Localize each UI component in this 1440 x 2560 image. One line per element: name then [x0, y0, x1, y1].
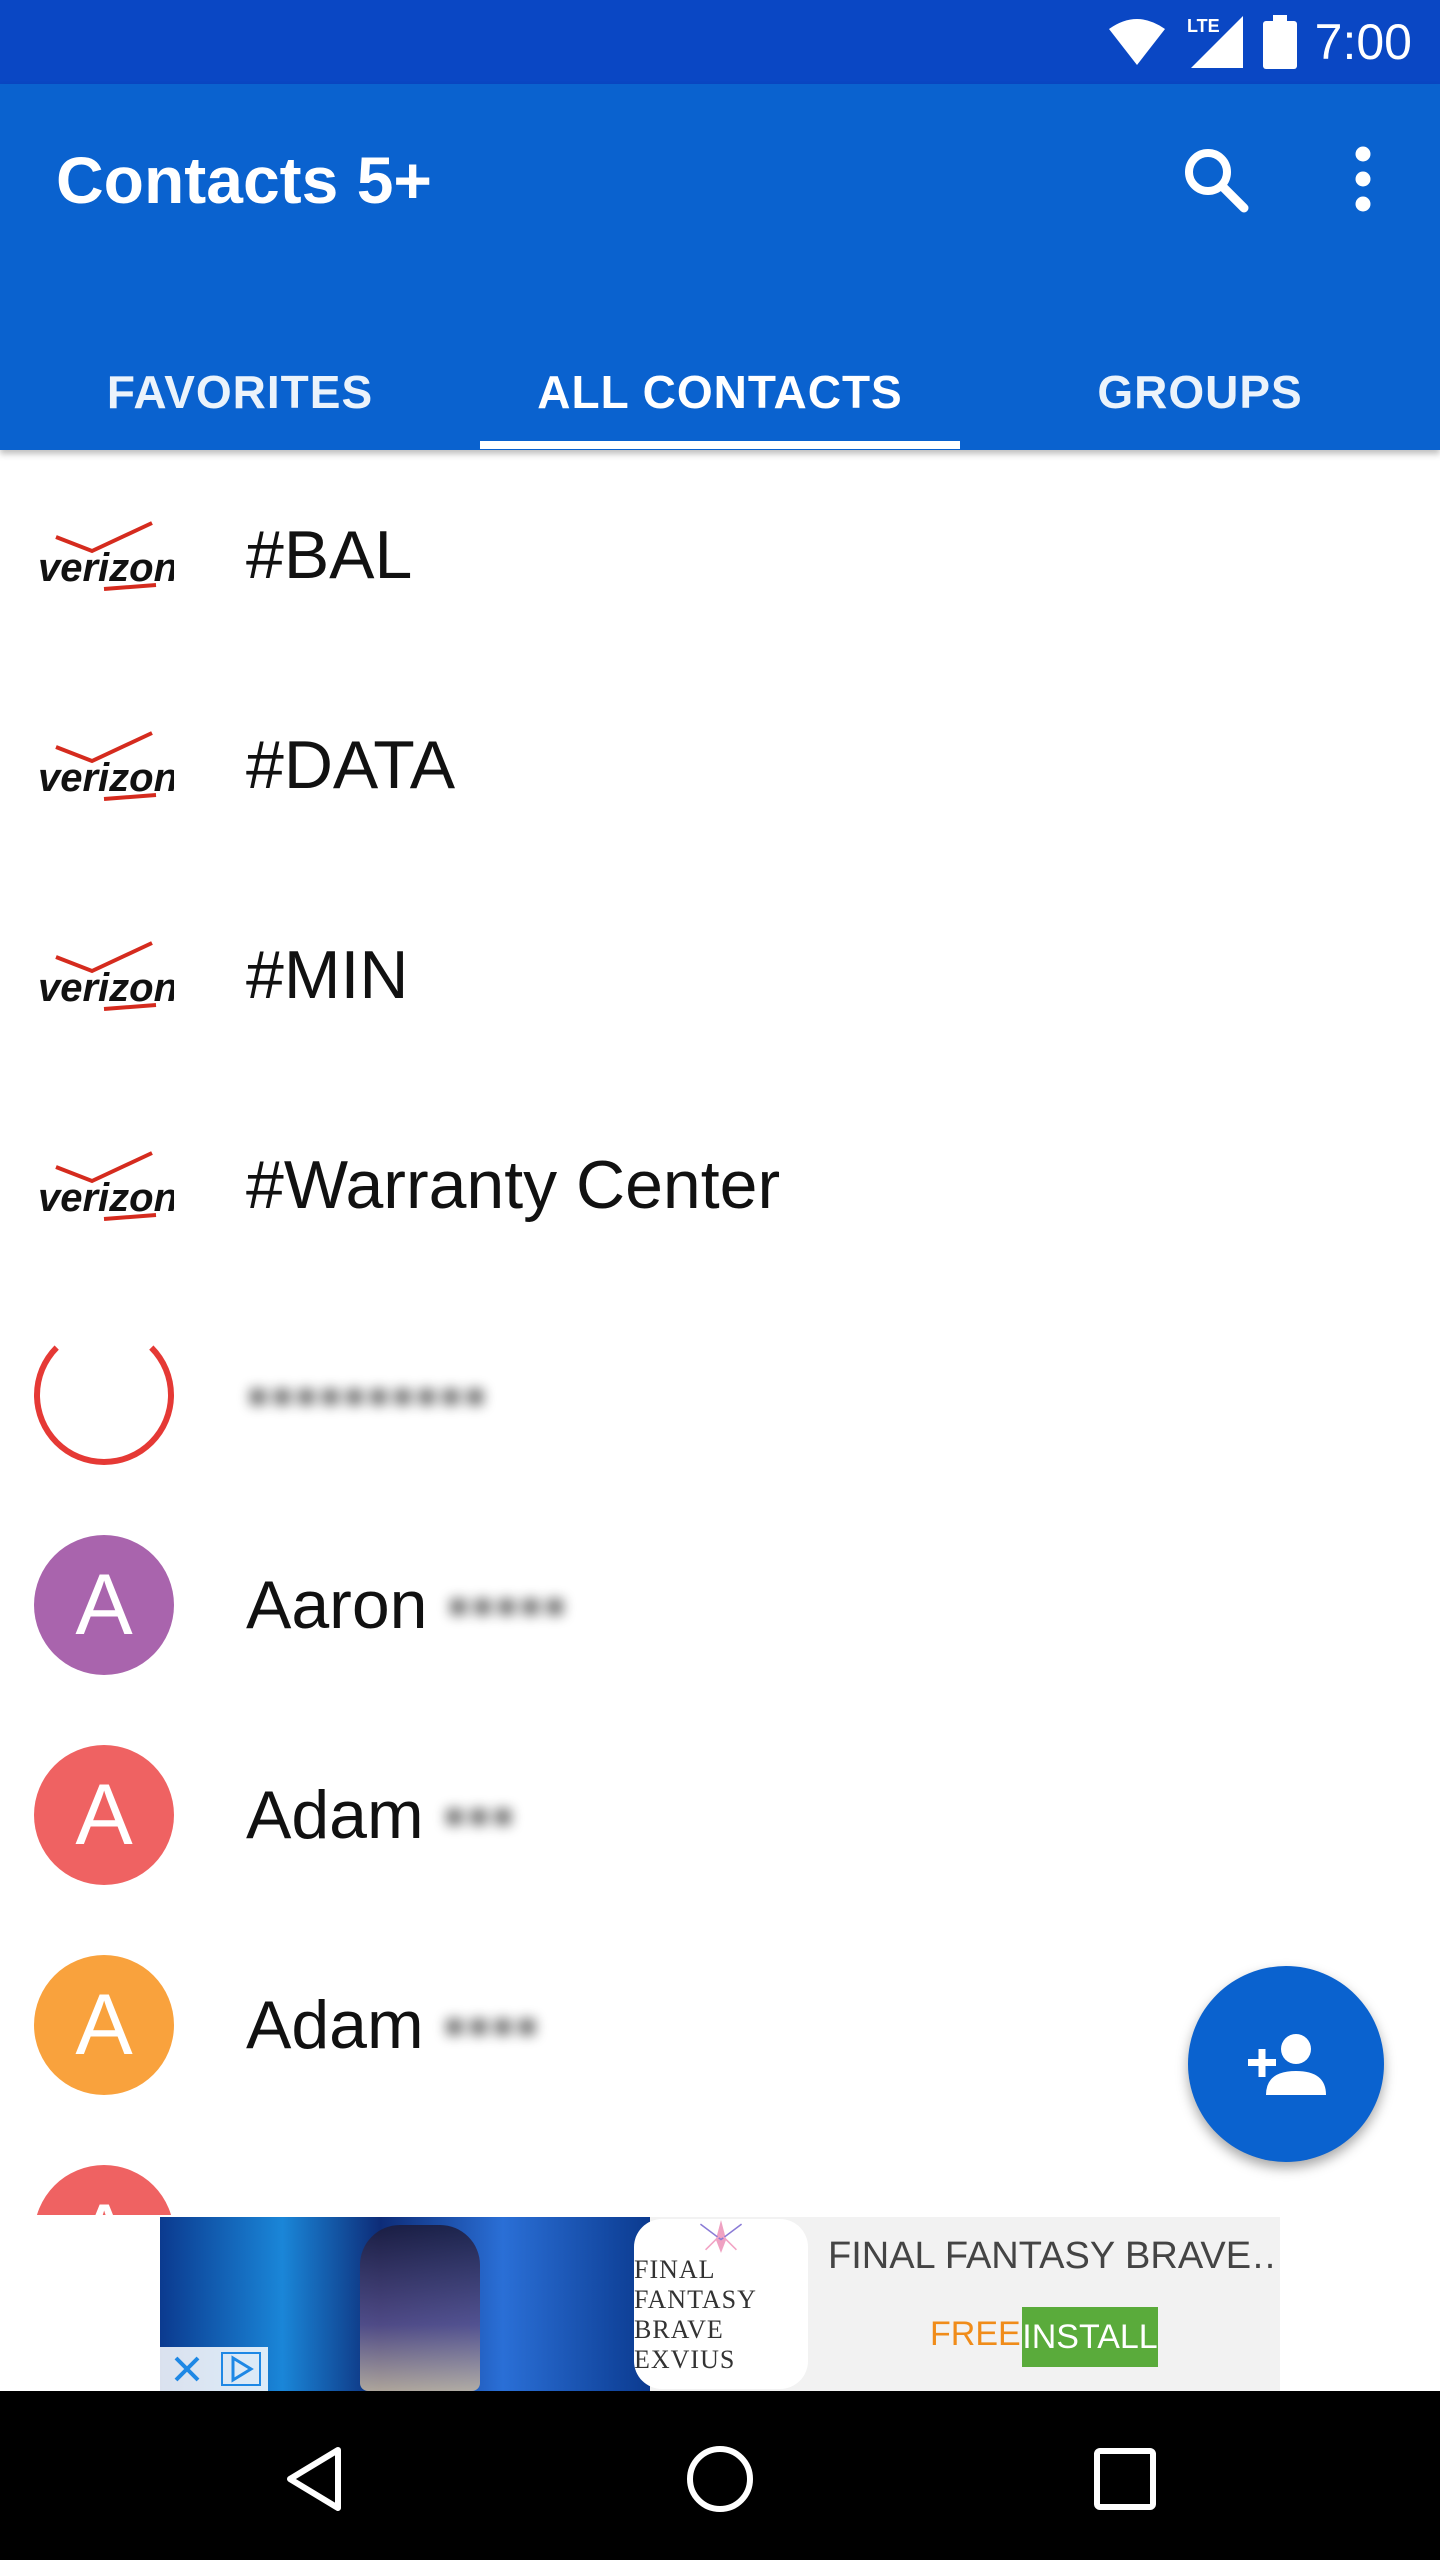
tab-all-contacts[interactable]: ALL CONTACTS: [480, 334, 960, 450]
tab-favorites[interactable]: FAVORITES: [0, 334, 480, 450]
ad-app-logo[interactable]: FINAL FANTASY BRAVE EXVIUS: [634, 2219, 808, 2389]
status-time: 7:00: [1314, 14, 1412, 70]
more-options-button[interactable]: [1318, 134, 1408, 224]
ad-install-button[interactable]: INSTALL: [1022, 2307, 1158, 2367]
add-contact-button[interactable]: [1188, 1966, 1384, 2162]
more-vert-icon: [1355, 146, 1371, 212]
ad-image-character: [360, 2225, 480, 2391]
verizon-logo-icon: verizon: [34, 485, 174, 625]
contact-name-redacted: ▪▪▪▪▪▪▪▪▪▪: [246, 1290, 487, 1500]
redacted-text: ▪▪▪: [423, 1777, 515, 1853]
contact-row[interactable]: verizon #Warranty Center: [0, 1080, 1440, 1290]
back-icon: [287, 2447, 341, 2511]
contact-first-name: Adam: [246, 1777, 424, 1853]
redacted-text: ▪▪▪▪▪: [246, 2196, 367, 2215]
recents-icon: [1094, 2448, 1156, 2510]
contact-list[interactable]: verizon #BAL verizon #DATA verizon #MIN …: [0, 450, 1440, 2215]
ad-logo-text-line2: BRAVE EXVIUS: [634, 2315, 736, 2374]
back-button[interactable]: [255, 2419, 375, 2539]
navigation-bar: [0, 2391, 1440, 2560]
signal-icon: LTE: [1187, 16, 1243, 68]
contact-name: Adam ▪▪▪: [246, 1710, 515, 1920]
ad-choices: [160, 2347, 268, 2391]
letter-avatar: A: [34, 1955, 174, 2095]
search-icon: [1185, 149, 1249, 213]
contact-row[interactable]: verizon #MIN: [0, 870, 1440, 1080]
contact-first-name: Adam: [246, 1987, 424, 2063]
wifi-icon: [1108, 19, 1165, 65]
battery-icon: [1262, 15, 1297, 69]
redacted-text: ▪▪▪▪: [423, 1987, 539, 2063]
status-icons: LTE 7:00: [1107, 14, 1412, 70]
contact-row[interactable]: A ▪▪▪▪▪: [0, 2130, 1440, 2215]
letter-avatar: A: [34, 1745, 174, 1885]
ad-logo-text-line1: FINAL FANTASY: [634, 2255, 757, 2314]
ad-logo-art: [699, 2220, 743, 2253]
add-person-icon: [1248, 2034, 1326, 2095]
home-icon: [687, 2446, 753, 2512]
contact-row[interactable]: verizon #BAL: [0, 450, 1440, 660]
tab-groups[interactable]: GROUPS: [960, 334, 1440, 450]
contact-name: Adam ▪▪▪▪: [246, 1920, 539, 2130]
contact-name: #Warranty Center: [246, 1147, 781, 1223]
letter-avatar: A: [34, 1535, 174, 1675]
contact-name: #DATA: [246, 727, 456, 803]
red-ring-logo-icon: [34, 1325, 174, 1465]
ad-banner[interactable]: FINAL FANTASY BRAVE EXVIUS FINAL FANTASY…: [160, 2217, 1280, 2391]
contact-name-redacted: ▪▪▪▪▪: [246, 2130, 367, 2215]
selected-tab-indicator: [480, 441, 960, 449]
app-bar: Contacts 5+ FAVORITES ALL CONTACTS GROUP…: [0, 84, 1440, 450]
contact-row[interactable]: ▪▪▪▪▪▪▪▪▪▪: [0, 1290, 1440, 1500]
contact-row[interactable]: verizon #DATA: [0, 660, 1440, 870]
contact-row[interactable]: A Aaron ▪▪▪▪▪: [0, 1500, 1440, 1710]
contact-first-name: Aaron: [246, 1567, 428, 1643]
contact-name: Aaron ▪▪▪▪▪: [246, 1500, 567, 1710]
letter-avatar: A: [34, 2165, 174, 2215]
contact-name: #BAL: [246, 517, 413, 593]
status-bar: LTE 7:00: [0, 0, 1440, 84]
verizon-logo-icon: verizon: [34, 905, 174, 1045]
verizon-logo-icon: verizon: [34, 695, 174, 835]
home-button[interactable]: [660, 2419, 780, 2539]
recents-button[interactable]: [1065, 2419, 1185, 2539]
search-button[interactable]: [1170, 134, 1260, 224]
network-type-label: LTE: [1187, 16, 1220, 36]
tab-bar: FAVORITES ALL CONTACTS GROUPS: [0, 334, 1440, 450]
ad-title[interactable]: FINAL FANTASY BRAVE…: [828, 2235, 1280, 2278]
redacted-text: ▪▪▪▪▪: [427, 1567, 567, 1643]
ad-choices-icon[interactable]: [214, 2347, 268, 2391]
app-title: Contacts 5+: [56, 143, 432, 217]
contact-row[interactable]: A Adam ▪▪▪: [0, 1710, 1440, 1920]
redacted-text: ▪▪▪▪▪▪▪▪▪▪: [246, 1357, 488, 1433]
verizon-logo-icon: verizon: [34, 1115, 174, 1255]
ad-close-icon[interactable]: [160, 2347, 214, 2391]
ad-price: FREE: [930, 2315, 1021, 2353]
contact-name: #MIN: [246, 937, 409, 1013]
